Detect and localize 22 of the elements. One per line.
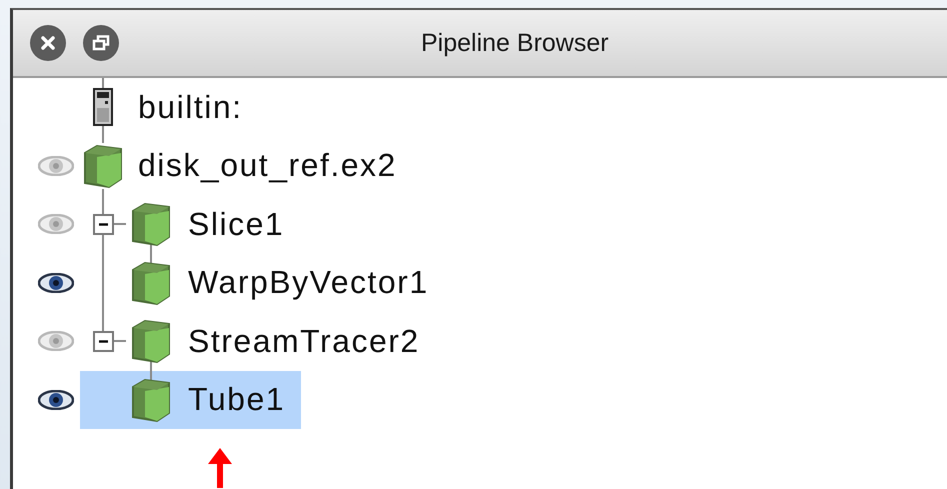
server-icon bbox=[93, 88, 113, 126]
tree-item[interactable]: Slice1 bbox=[80, 195, 300, 254]
tree-item[interactable]: builtin: bbox=[80, 78, 258, 136]
cube-icon bbox=[81, 142, 125, 189]
eye-icon[interactable] bbox=[38, 272, 74, 293]
restore-button[interactable] bbox=[83, 25, 119, 61]
cube-icon bbox=[129, 376, 173, 423]
window-title: Pipeline Browser bbox=[421, 28, 609, 58]
arrow-icon bbox=[208, 448, 232, 488]
eye-icon[interactable] bbox=[38, 390, 74, 410]
tree-item[interactable]: disk_out_ref.ex2 bbox=[80, 136, 413, 195]
collapse-button[interactable] bbox=[92, 214, 114, 235]
cube-icon bbox=[129, 201, 173, 248]
tree-item[interactable]: StreamTracer2 bbox=[80, 312, 436, 370]
tree-item[interactable]: WarpByVector1 bbox=[80, 254, 445, 312]
cube-icon bbox=[129, 260, 173, 306]
close-button[interactable] bbox=[30, 25, 66, 61]
close-icon bbox=[40, 35, 56, 51]
collapse-button[interactable] bbox=[92, 330, 114, 352]
tree-item[interactable]: Tube1 bbox=[80, 370, 302, 429]
cube-icon bbox=[129, 318, 173, 364]
restore-icon bbox=[92, 35, 110, 51]
